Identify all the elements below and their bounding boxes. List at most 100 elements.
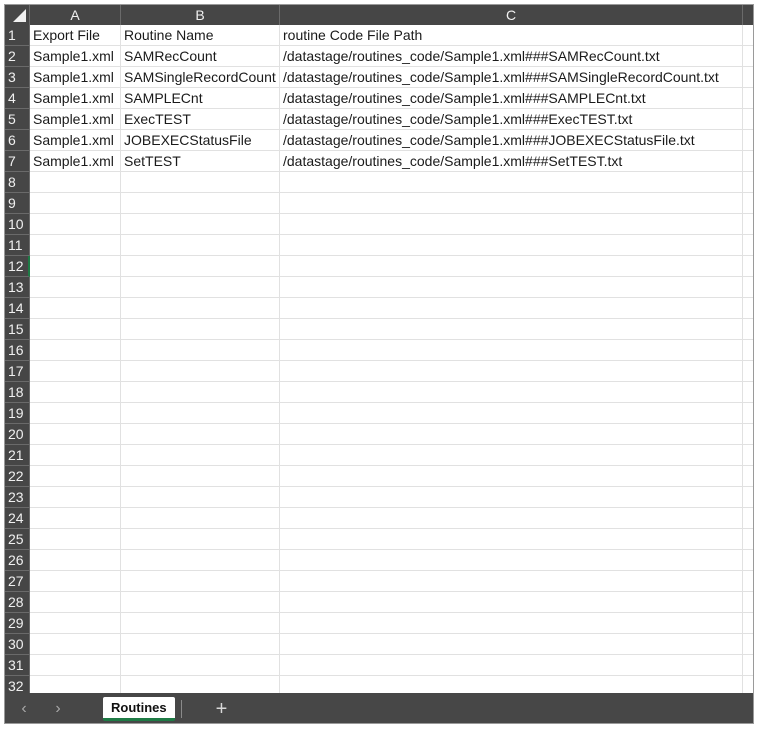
cell-a21[interactable]: [30, 445, 121, 466]
row-header-2[interactable]: 2: [5, 46, 30, 67]
row-header-22[interactable]: 22: [5, 466, 30, 487]
row-header-30[interactable]: 30: [5, 634, 30, 655]
cell-b19[interactable]: [121, 403, 280, 424]
cell-b24[interactable]: [121, 508, 280, 529]
cell-partial[interactable]: [743, 46, 753, 67]
cell-b27[interactable]: [121, 571, 280, 592]
cell-a3[interactable]: Sample1.xml: [30, 67, 121, 88]
cell-partial[interactable]: [743, 172, 753, 193]
cell-partial[interactable]: [743, 151, 753, 172]
cell-a16[interactable]: [30, 340, 121, 361]
cell-partial[interactable]: [743, 613, 753, 634]
row-header-7[interactable]: 7: [5, 151, 30, 172]
cell-partial[interactable]: [743, 340, 753, 361]
cell-partial[interactable]: [743, 550, 753, 571]
row-header-21[interactable]: 21: [5, 445, 30, 466]
cell-c20[interactable]: [280, 424, 743, 445]
cell-partial[interactable]: [743, 487, 753, 508]
cell-b15[interactable]: [121, 319, 280, 340]
cell-partial[interactable]: [743, 25, 753, 46]
cell-b11[interactable]: [121, 235, 280, 256]
next-sheet-button[interactable]: ›: [43, 700, 73, 718]
cell-b28[interactable]: [121, 592, 280, 613]
row-header-25[interactable]: 25: [5, 529, 30, 550]
cell-c27[interactable]: [280, 571, 743, 592]
cell-partial[interactable]: [743, 508, 753, 529]
cell-b21[interactable]: [121, 445, 280, 466]
cell-c30[interactable]: [280, 634, 743, 655]
column-header-c[interactable]: C: [280, 5, 743, 25]
cell-b30[interactable]: [121, 634, 280, 655]
column-header-b[interactable]: B: [121, 5, 280, 25]
cell-partial[interactable]: [743, 88, 753, 109]
row-header-24[interactable]: 24: [5, 508, 30, 529]
cell-a28[interactable]: [30, 592, 121, 613]
cell-partial[interactable]: [743, 256, 753, 277]
row-header-13[interactable]: 13: [5, 277, 30, 298]
cell-b7[interactable]: SetTEST: [121, 151, 280, 172]
cell-c3[interactable]: /datastage/routines_code/Sample1.xml###S…: [280, 67, 743, 88]
row-header-1[interactable]: 1: [5, 25, 30, 46]
cell-a29[interactable]: [30, 613, 121, 634]
cell-partial[interactable]: [743, 235, 753, 256]
cell-a26[interactable]: [30, 550, 121, 571]
cell-b29[interactable]: [121, 613, 280, 634]
cell-b6[interactable]: JOBEXECStatusFile: [121, 130, 280, 151]
cell-partial[interactable]: [743, 445, 753, 466]
cell-c14[interactable]: [280, 298, 743, 319]
cell-c11[interactable]: [280, 235, 743, 256]
cell-a11[interactable]: [30, 235, 121, 256]
row-header-23[interactable]: 23: [5, 487, 30, 508]
select-all-corner[interactable]: [5, 5, 30, 25]
cell-c26[interactable]: [280, 550, 743, 571]
cell-b23[interactable]: [121, 487, 280, 508]
row-header-27[interactable]: 27: [5, 571, 30, 592]
cell-b14[interactable]: [121, 298, 280, 319]
cell-b18[interactable]: [121, 382, 280, 403]
row-header-11[interactable]: 11: [5, 235, 30, 256]
cell-b26[interactable]: [121, 550, 280, 571]
cell-a8[interactable]: [30, 172, 121, 193]
cell-b4[interactable]: SAMPLECnt: [121, 88, 280, 109]
cell-partial[interactable]: [743, 466, 753, 487]
cell-c10[interactable]: [280, 214, 743, 235]
cell-a23[interactable]: [30, 487, 121, 508]
cell-partial[interactable]: [743, 655, 753, 676]
column-header-partial[interactable]: [743, 5, 753, 25]
row-header-14[interactable]: 14: [5, 298, 30, 319]
cell-c17[interactable]: [280, 361, 743, 382]
row-header-15[interactable]: 15: [5, 319, 30, 340]
cell-c28[interactable]: [280, 592, 743, 613]
cell-c2[interactable]: /datastage/routines_code/Sample1.xml###S…: [280, 46, 743, 67]
cell-a6[interactable]: Sample1.xml: [30, 130, 121, 151]
cell-partial[interactable]: [743, 214, 753, 235]
cell-a31[interactable]: [30, 655, 121, 676]
cell-c6[interactable]: /datastage/routines_code/Sample1.xml###J…: [280, 130, 743, 151]
cell-a10[interactable]: [30, 214, 121, 235]
row-header-3[interactable]: 3: [5, 67, 30, 88]
row-header-16[interactable]: 16: [5, 340, 30, 361]
cell-c12[interactable]: [280, 256, 743, 277]
cell-b8[interactable]: [121, 172, 280, 193]
cell-c24[interactable]: [280, 508, 743, 529]
cell-c1[interactable]: routine Code File Path: [280, 25, 743, 46]
row-header-28[interactable]: 28: [5, 592, 30, 613]
sheet-tab-routines[interactable]: Routines: [103, 697, 175, 721]
cell-a24[interactable]: [30, 508, 121, 529]
cell-partial[interactable]: [743, 424, 753, 445]
cell-partial[interactable]: [743, 361, 753, 382]
cell-partial[interactable]: [743, 571, 753, 592]
column-header-a[interactable]: A: [30, 5, 121, 25]
cell-c16[interactable]: [280, 340, 743, 361]
cell-a22[interactable]: [30, 466, 121, 487]
cell-a13[interactable]: [30, 277, 121, 298]
cell-b22[interactable]: [121, 466, 280, 487]
cell-c25[interactable]: [280, 529, 743, 550]
cell-b5[interactable]: ExecTEST: [121, 109, 280, 130]
cell-a17[interactable]: [30, 361, 121, 382]
prev-sheet-button[interactable]: ‹: [9, 700, 39, 718]
cell-partial[interactable]: [743, 130, 753, 151]
cell-b16[interactable]: [121, 340, 280, 361]
row-header-17[interactable]: 17: [5, 361, 30, 382]
cell-c23[interactable]: [280, 487, 743, 508]
